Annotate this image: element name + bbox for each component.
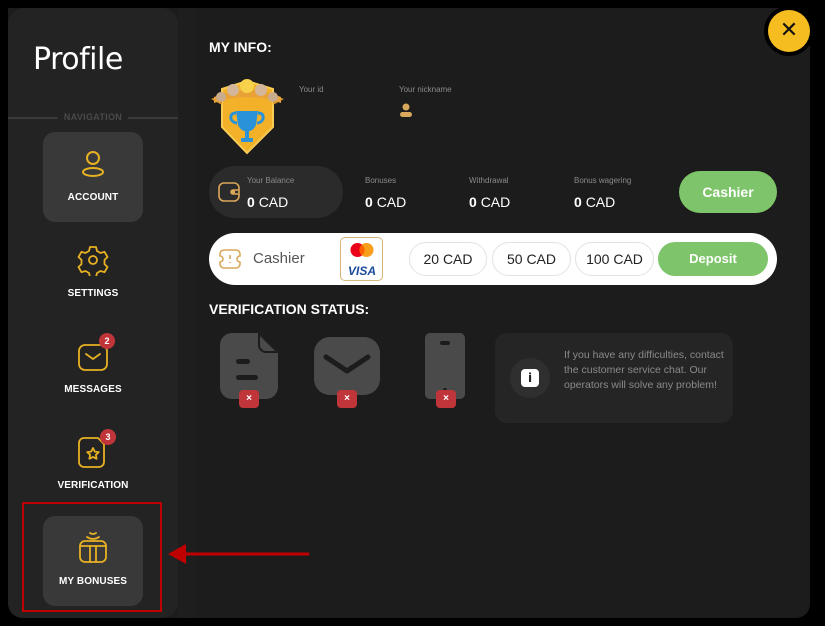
info-icon-wrapper: i (510, 358, 550, 398)
help-text: If you have any difficulties, contact th… (564, 349, 724, 391)
sidebar-item-account[interactable]: ACCOUNT (43, 132, 143, 222)
deposit-bar-title: Cashier (253, 250, 305, 267)
trophy-badge-icon (211, 79, 284, 155)
verification-status-heading: VERIFICATION STATUS: (209, 301, 370, 317)
balance-amount: 0 (247, 194, 255, 210)
bonus-wagering-currency: CAD (585, 194, 616, 210)
withdrawal-currency: CAD (480, 194, 511, 210)
close-button[interactable]: ✕ (764, 6, 814, 56)
annotation-arrow-icon (168, 544, 310, 564)
close-icon: ✕ (768, 10, 810, 52)
divider-line (128, 117, 178, 119)
page-title: Profile (33, 42, 123, 77)
sidebar-item-settings[interactable]: SETTINGS (43, 228, 143, 318)
mastercard-visa-logo-icon: VISA (348, 243, 376, 278)
document-status-failed-badge: × (239, 390, 259, 408)
amount-20-button[interactable]: 20 CAD (409, 242, 487, 276)
sidebar-item-label: VERIFICATION (57, 480, 129, 491)
bonuses-value: 0 CAD (365, 194, 406, 210)
withdrawal-amount: 0 (469, 194, 477, 210)
ticket-icon (219, 249, 241, 269)
balance-value: 0 CAD (247, 194, 288, 210)
visa-text: VISA (348, 264, 376, 278)
bonus-wagering-label: Bonus wagering (574, 176, 632, 185)
cashier-button[interactable]: Cashier (679, 171, 777, 213)
bonus-wagering-value: 0 CAD (574, 194, 615, 210)
gear-icon (77, 246, 109, 276)
payment-method-selector[interactable]: VISA (340, 237, 383, 281)
sidebar-item-label: MESSAGES (64, 384, 122, 395)
deposit-button[interactable]: Deposit (658, 242, 768, 276)
your-nickname-label: Your nickname (399, 85, 452, 94)
your-id-label: Your id (299, 85, 324, 94)
sidebar-item-messages[interactable]: 2 MESSAGES (43, 324, 143, 414)
withdrawal-value: 0 CAD (469, 194, 510, 210)
amount-100-button[interactable]: 100 CAD (575, 242, 654, 276)
wallet-icon (218, 182, 240, 202)
bonus-wagering-amount: 0 (574, 194, 582, 210)
nickname-user-icon (400, 103, 412, 117)
sidebar-item-verification[interactable]: 3 VERIFICATION (43, 420, 143, 510)
navigation-divider: NAVIGATION (8, 112, 178, 124)
verification-count-badge: 3 (100, 429, 116, 445)
info-icon: i (521, 369, 539, 387)
email-icon (314, 337, 380, 395)
email-status-failed-badge: × (337, 390, 357, 408)
phone-status-failed-badge: × (436, 390, 456, 408)
balance-label: Your Balance (247, 176, 295, 185)
amount-50-button[interactable]: 50 CAD (492, 242, 571, 276)
bonuses-amount: 0 (365, 194, 373, 210)
messages-count-badge: 2 (99, 333, 115, 349)
withdrawal-label: Withdrawal (469, 176, 509, 185)
main-panel-edge (178, 8, 196, 618)
highlight-annotation-box (22, 502, 162, 612)
sidebar-item-label: SETTINGS (67, 288, 119, 299)
user-icon (82, 151, 104, 177)
bonuses-currency: CAD (376, 194, 407, 210)
sidebar-item-label: ACCOUNT (67, 192, 119, 203)
bonuses-label: Bonuses (365, 176, 397, 185)
my-info-heading: MY INFO: (209, 39, 272, 55)
balance-currency: CAD (258, 194, 289, 210)
